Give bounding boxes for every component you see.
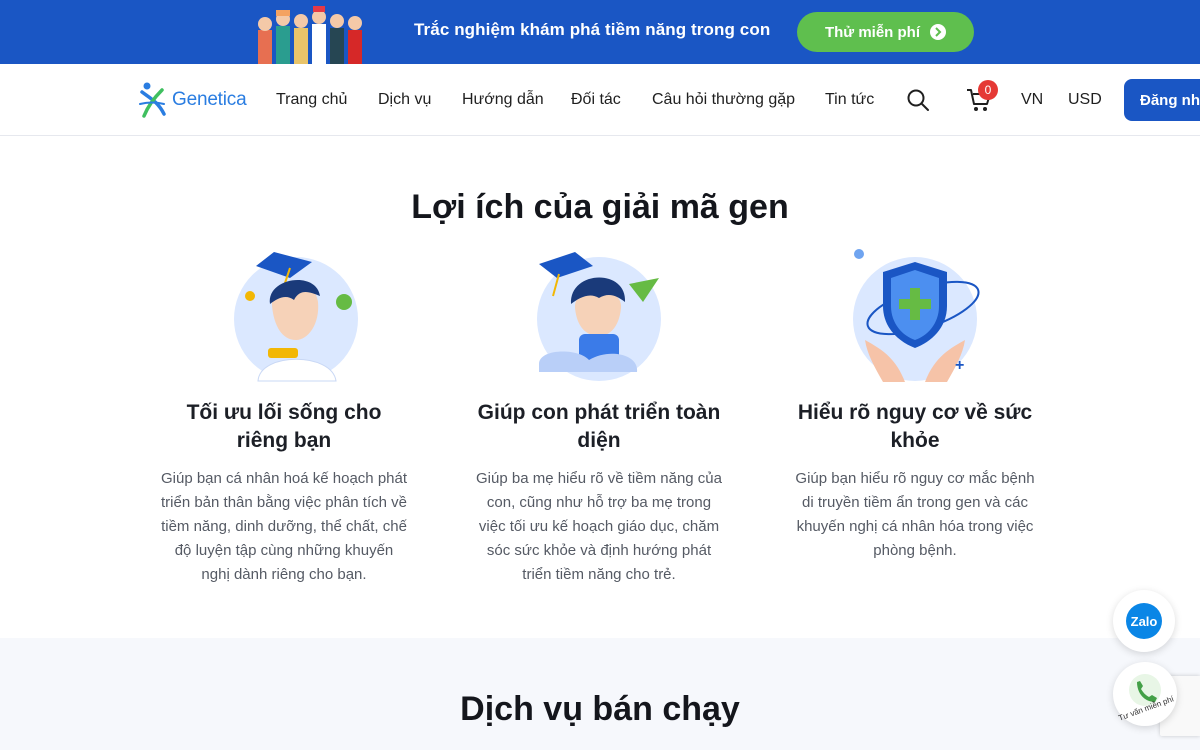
zalo-chat-button[interactable]: Zalo (1113, 590, 1175, 652)
currency-selector[interactable]: USD (1068, 91, 1102, 109)
try-free-button[interactable]: Thử miễn phí (797, 12, 974, 52)
child-growth-icon (519, 244, 679, 389)
site-header: Genetica Trang chủ Dịch vụ Hướng dẫn Đối… (0, 64, 1200, 136)
nav-guide[interactable]: Hướng dẫn (462, 91, 544, 109)
nav-faq[interactable]: Câu hỏi thường gặp (652, 91, 795, 109)
call-button[interactable]: Tư vấn miễn phí (1113, 662, 1177, 726)
svg-text:+: + (955, 357, 964, 374)
promo-text: Trắc nghiệm khám phá tiềm năng trong con (414, 20, 771, 39)
benefit-card: Tối ưu lối sống cho riêng bạn Giúp bạn c… (159, 244, 409, 587)
genetica-logo-icon (139, 82, 166, 118)
benefit-description: Giúp ba mẹ hiểu rõ về tiềm năng của con,… (476, 470, 722, 583)
zalo-icon: Zalo (1126, 603, 1162, 639)
benefit-title: Giúp con phát triển toàn diện (477, 401, 721, 452)
arrow-right-icon (930, 24, 947, 40)
cart-count-badge: 0 (978, 80, 998, 100)
nav-news[interactable]: Tin tức (825, 91, 874, 109)
benefits-title: Lợi ích của giải mã gen (411, 188, 789, 226)
benefit-card: Giúp con phát triển toàn diện Giúp ba mẹ… (474, 244, 724, 587)
nav-home[interactable]: Trang chủ (276, 91, 347, 109)
search-icon[interactable] (906, 88, 930, 112)
health-shield-icon: + (835, 244, 995, 389)
try-free-label: Thử miễn phí (824, 23, 921, 41)
logo[interactable]: Genetica (138, 80, 247, 120)
language-selector[interactable]: VN (1021, 91, 1043, 109)
kids-illustration (228, 0, 378, 64)
benefit-card: + Hiểu rõ nguy cơ về sức khỏe Giúp bạn h… (790, 244, 1040, 563)
bestseller-title: Dịch vụ bán chạy (460, 690, 740, 728)
nav-services[interactable]: Dịch vụ (378, 91, 431, 109)
benefit-title: Tối ưu lối sống cho riêng bạn (186, 401, 382, 452)
login-button[interactable]: Đăng nhập (1124, 79, 1200, 121)
graduate-adult-icon (204, 244, 364, 389)
logo-text: Genetica (172, 89, 247, 110)
nav-partners[interactable]: Đối tác (571, 91, 621, 109)
benefit-description: Giúp bạn cá nhân hoá kế hoạch phát triển… (160, 470, 408, 583)
benefit-description: Giúp bạn hiểu rõ nguy cơ mắc bệnh di tru… (795, 470, 1035, 559)
promo-banner: Trắc nghiệm khám phá tiềm năng trong con… (0, 0, 1200, 64)
benefit-title: Hiểu rõ nguy cơ về sức khỏe (797, 401, 1033, 452)
